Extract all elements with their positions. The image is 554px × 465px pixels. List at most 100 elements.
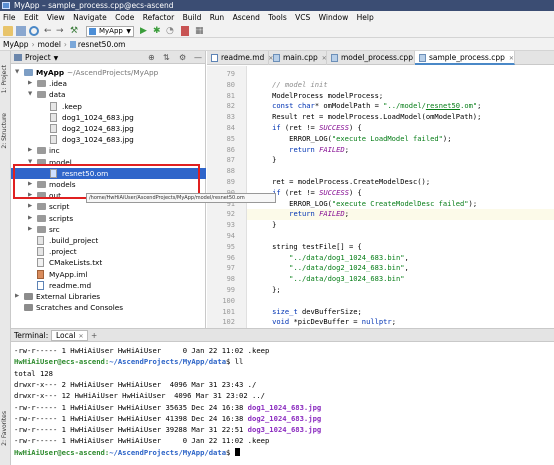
file-icon	[331, 54, 338, 62]
line-number: 94	[226, 232, 235, 240]
collapse-icon[interactable]: ⇅	[163, 51, 170, 64]
menu-run[interactable]: Run	[210, 13, 224, 22]
menu-view[interactable]: View	[47, 13, 65, 22]
menu-window[interactable]: Window	[319, 13, 349, 22]
folder-icon	[37, 214, 46, 222]
tree-item[interactable]: ▶ External Libraries	[11, 291, 206, 302]
menu-build[interactable]: Build	[183, 13, 202, 22]
gear-icon[interactable]: ⚙	[179, 51, 186, 64]
collapse-arrow-icon[interactable]: ▶	[28, 201, 35, 212]
collapse-arrow-icon[interactable]: ▶	[28, 213, 35, 224]
breadcrumb-project[interactable]: MyApp	[3, 40, 29, 49]
close-icon[interactable]: ✕	[78, 333, 83, 340]
forward-arrow-icon[interactable]: →	[56, 26, 66, 36]
profile-icon[interactable]: ◔	[166, 26, 176, 36]
code-area[interactable]: 79 80 // model init 81 ModelProcess modelP…	[222, 66, 554, 337]
tree-item[interactable]: dog1_1024_683.jpg	[11, 112, 206, 123]
terminal-line: drwxr-x--- 2 HwHiAiUser HwHiAiUser 4096 …	[14, 379, 257, 389]
tree-item-label: .idea	[49, 79, 67, 89]
tree-item[interactable]: ▶ inc	[11, 145, 206, 156]
tool-tab-project[interactable]: 1: Project	[1, 65, 8, 93]
chevron-down-icon[interactable]: ▼	[54, 55, 59, 62]
tool-tab-favorites[interactable]: 2: Favorites	[1, 411, 8, 446]
collapse-arrow-icon[interactable]: ▶	[28, 224, 35, 235]
add-terminal-icon[interactable]: +	[91, 329, 97, 342]
editor-tab[interactable]: sample_process.cpp ✕	[415, 51, 515, 65]
menu-code[interactable]: Code	[115, 13, 134, 22]
line-number: 100	[222, 296, 235, 305]
tree-item[interactable]: .project	[11, 246, 206, 257]
editor-tab[interactable]: main.cpp ✕	[269, 51, 327, 65]
terminal-panel: Terminal: Local ✕ + -rw-r----- 1 HwHiAiUs…	[11, 328, 554, 465]
collapse-arrow-icon[interactable]: ▶	[28, 78, 35, 89]
tree-item-label: script	[49, 202, 70, 212]
tree-item[interactable]: ▶ script	[11, 201, 206, 212]
code-line: if (ret != SUCCESS) {	[272, 123, 362, 132]
menu-help[interactable]: Help	[357, 13, 374, 22]
tab-terminal-local[interactable]: Local ✕	[51, 330, 89, 341]
project-structure-icon[interactable]: ▦	[195, 26, 205, 36]
tree-item[interactable]: .build_project	[11, 235, 206, 246]
folder-icon	[37, 225, 46, 233]
line-number: 101	[222, 307, 235, 316]
editor-tab[interactable]: readme.md ✕	[207, 51, 273, 65]
debug-icon[interactable]: ✱	[153, 26, 163, 36]
code-line: ret = modelProcess.CreateModelDesc();	[255, 177, 431, 186]
menu-navigate[interactable]: Navigate	[73, 13, 107, 22]
back-arrow-icon[interactable]: ←	[44, 26, 54, 36]
terminal-line: total 128	[14, 368, 53, 378]
menu-tools[interactable]: Tools	[268, 13, 286, 22]
save-icon[interactable]	[16, 26, 26, 36]
tool-tab-structure[interactable]: 2: Structure	[1, 113, 8, 149]
editor-tab[interactable]: model_process.cpp✕	[327, 51, 422, 65]
add-icon[interactable]: ⊕	[148, 51, 155, 64]
expand-arrow-icon[interactable]: ▼	[28, 89, 35, 100]
breadcrumb-folder[interactable]: model	[38, 40, 61, 49]
open-folder-icon[interactable]	[3, 26, 13, 36]
line-number: 83	[226, 113, 235, 122]
code-line: ModelProcess modelProcess;	[255, 90, 384, 100]
build-hammer-icon[interactable]: ⚒	[70, 26, 80, 36]
tree-item[interactable]: CMakeLists.txt	[11, 257, 206, 268]
line-number: 79	[226, 70, 235, 78]
menu-edit[interactable]: Edit	[24, 13, 39, 22]
tree-item[interactable]: ▶ src	[11, 224, 206, 235]
editor-tab-label: readme.md	[221, 53, 265, 62]
file-icon	[419, 54, 426, 62]
menu-vcs[interactable]: VCS	[295, 13, 310, 22]
stop-icon[interactable]	[181, 26, 189, 36]
tree-item[interactable]: ▼ data	[11, 89, 206, 100]
collapse-arrow-icon[interactable]: ▶	[28, 145, 35, 156]
tree-item[interactable]: Scratches and Consoles	[11, 302, 206, 313]
collapse-arrow-icon[interactable]: ▶	[15, 291, 22, 302]
code-line: return FAILED;	[289, 209, 349, 219]
tree-item[interactable]: MyApp.iml	[11, 269, 206, 280]
code-line: ERROR_LOG("execute LoadModel failed");	[255, 133, 452, 143]
close-icon[interactable]: ✕	[509, 55, 514, 62]
tree-item[interactable]: dog2_1024_683.jpg	[11, 123, 206, 134]
tree-item[interactable]: ▶ scripts	[11, 213, 206, 224]
line-number: 102	[222, 318, 235, 327]
tree-item[interactable]: dog3_1024_683.jpg	[11, 134, 206, 145]
line-number: 98	[226, 275, 235, 284]
breadcrumb-file[interactable]: resnet50.om	[78, 40, 126, 49]
sync-icon[interactable]	[29, 26, 39, 36]
terminal-prompt-user: HwHiAiUser@ecs-ascend:	[14, 447, 110, 457]
expand-arrow-icon[interactable]: ▼	[15, 67, 22, 78]
menu-file[interactable]: File	[3, 13, 16, 22]
tree-item[interactable]: readme.md	[11, 280, 206, 291]
run-configuration-select[interactable]: MyApp ▼	[86, 26, 134, 37]
project-panel-title[interactable]: Project	[25, 53, 51, 62]
tree-item[interactable]: ▼ MyApp ~/AscendProjects/MyApp	[11, 67, 206, 78]
tree-item-label: MyApp	[36, 68, 65, 77]
hide-icon[interactable]: —	[194, 51, 202, 64]
terminal-prompt-symbol: $	[226, 447, 235, 457]
project-panel-header: Project ▼ ⊕ ⇅ ⚙ —	[11, 51, 205, 64]
tree-item[interactable]: ▶ .idea	[11, 78, 206, 89]
terminal-prompt-path: ~/AscendProjects/MyApp/data	[109, 447, 227, 457]
run-icon[interactable]: ▶	[140, 26, 150, 36]
tree-item[interactable]: .keep	[11, 101, 206, 112]
menu-refactor[interactable]: Refactor	[143, 13, 174, 22]
file-icon	[273, 54, 280, 62]
menu-ascend[interactable]: Ascend	[233, 13, 260, 22]
